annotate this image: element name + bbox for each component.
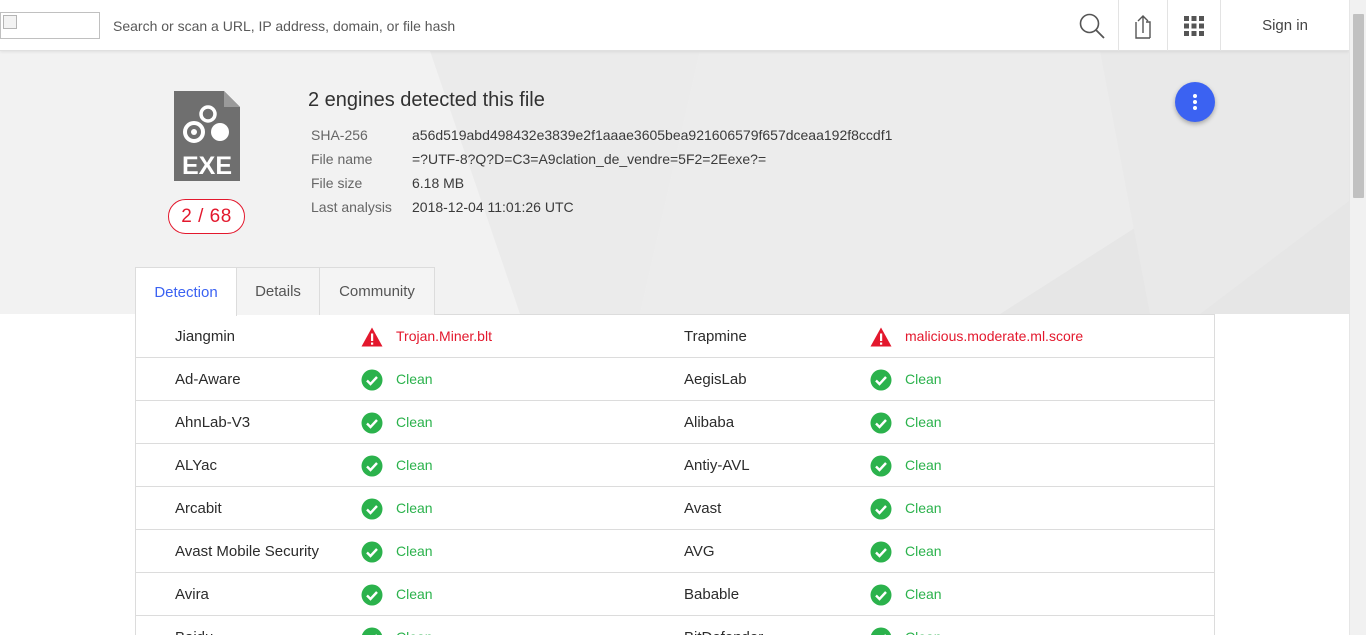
check-circle-icon xyxy=(361,412,383,434)
engine-name: Avira xyxy=(175,586,209,603)
detection-result: malicious.moderate.ml.score xyxy=(905,328,1084,344)
check-circle-icon xyxy=(361,455,383,477)
logo-image[interactable] xyxy=(0,12,100,39)
engine-name: Trapmine xyxy=(684,328,747,345)
check-circle-icon xyxy=(361,541,383,563)
alert-triangle-icon xyxy=(870,326,892,348)
detection-row: Avira Clean Babable Clean xyxy=(136,573,1214,616)
engine-name: Jiangmin xyxy=(175,328,236,345)
check-circle-icon xyxy=(870,541,892,563)
check-circle-icon xyxy=(870,369,892,391)
scrollbar-thumb[interactable] xyxy=(1353,14,1364,198)
detection-score-badge: 2 / 68 xyxy=(168,199,245,234)
detection-row: AhnLab-V3 Clean Alibaba Clean xyxy=(136,401,1214,444)
apps-button[interactable] xyxy=(1167,0,1221,51)
last-analysis-label: Last analysis xyxy=(311,199,392,215)
engine-name: AhnLab-V3 xyxy=(175,414,251,431)
tab-details[interactable]: Details xyxy=(236,267,320,315)
detection-result: Clean xyxy=(396,616,433,635)
detection-result: Clean xyxy=(396,586,433,602)
tab-bar: Detection Details Community xyxy=(135,267,435,316)
search-icon xyxy=(1079,13,1105,39)
detection-result: Clean xyxy=(396,543,433,559)
page-title: 2 engines detected this file xyxy=(308,89,545,111)
detection-row: Jiangmin Trojan.Miner.blt Trapmine maliciou… xyxy=(136,315,1214,358)
top-bar: Sign in xyxy=(0,0,1349,51)
engine-name: Baidu xyxy=(175,616,213,635)
file-size-label: File size xyxy=(311,175,363,191)
broken-image-icon xyxy=(3,15,17,29)
sha256-label: SHA-256 xyxy=(311,127,368,143)
check-circle-icon xyxy=(870,584,892,606)
engine-name: Antiy-AVL xyxy=(684,457,750,474)
sha256-value: a56d519abd498432e3839e2f1aaae3605bea9216… xyxy=(412,127,893,143)
detection-result: Clean xyxy=(905,616,942,635)
detection-result: Clean xyxy=(396,457,433,473)
detection-table: Jiangmin Trojan.Miner.blt Trapmine maliciou… xyxy=(135,314,1215,635)
last-analysis-value: 2018-12-04 11:01:26 UTC xyxy=(412,199,574,215)
detection-result: Clean xyxy=(905,586,942,602)
check-circle-icon xyxy=(870,498,892,520)
engine-name: ALYac xyxy=(175,457,217,474)
check-circle-icon xyxy=(870,455,892,477)
detection-result: Clean xyxy=(396,371,433,387)
detection-result: Clean xyxy=(396,500,433,516)
detection-row: Baidu Clean BitDefender Clean xyxy=(136,616,1214,635)
engine-name: AegisLab xyxy=(684,371,747,388)
detection-result: Clean xyxy=(905,414,942,430)
tab-detection[interactable]: Detection xyxy=(135,267,237,316)
upload-icon xyxy=(1135,14,1151,39)
detection-row: Avast Mobile Security Clean AVG Clean xyxy=(136,530,1214,573)
detection-result: Clean xyxy=(396,414,433,430)
check-circle-icon xyxy=(870,412,892,434)
detection-result: Clean xyxy=(905,457,942,473)
file-size-value: 6.18 MB xyxy=(412,175,465,191)
more-actions-button[interactable] xyxy=(1175,82,1215,122)
engine-name: Avast Mobile Security xyxy=(175,543,319,560)
detection-result: Clean xyxy=(905,371,942,387)
detection-row: ALYac Clean Antiy-AVL Clean xyxy=(136,444,1214,487)
search-button[interactable] xyxy=(1066,0,1118,51)
exe-label: EXE xyxy=(182,152,232,180)
engine-name: AVG xyxy=(684,543,715,560)
detection-result: Clean xyxy=(905,500,942,516)
check-circle-icon xyxy=(361,369,383,391)
check-circle-icon xyxy=(361,584,383,606)
engine-name: Alibaba xyxy=(684,414,735,431)
page-scrollbar[interactable] xyxy=(1349,0,1366,635)
more-vert-icon xyxy=(1193,94,1197,110)
engine-name: Arcabit xyxy=(175,500,222,517)
upload-button[interactable] xyxy=(1118,0,1167,51)
check-circle-icon xyxy=(361,498,383,520)
detection-row: Ad-Aware Clean AegisLab Clean xyxy=(136,358,1214,401)
grid-icon xyxy=(1184,15,1204,36)
file-name-value: =?UTF-8?Q?D=C3=A9clation_de_vendre=5F2=2… xyxy=(412,151,767,167)
check-circle-icon xyxy=(870,627,892,635)
engine-name: BitDefender xyxy=(684,616,763,635)
engine-name: Babable xyxy=(684,586,740,603)
alert-triangle-icon xyxy=(361,326,383,348)
search-input[interactable] xyxy=(100,0,1065,51)
check-circle-icon xyxy=(361,627,383,635)
engine-name: Avast xyxy=(684,500,722,517)
engine-name: Ad-Aware xyxy=(175,371,241,388)
exe-file-icon: EXE xyxy=(174,91,240,181)
sign-in-link[interactable]: Sign in xyxy=(1221,0,1349,51)
file-name-label: File name xyxy=(311,151,373,167)
detection-result: Clean xyxy=(905,543,942,559)
detection-row: Arcabit Clean Avast Clean xyxy=(136,487,1214,530)
tab-community[interactable]: Community xyxy=(319,267,435,315)
detection-result: Trojan.Miner.blt xyxy=(396,328,492,344)
